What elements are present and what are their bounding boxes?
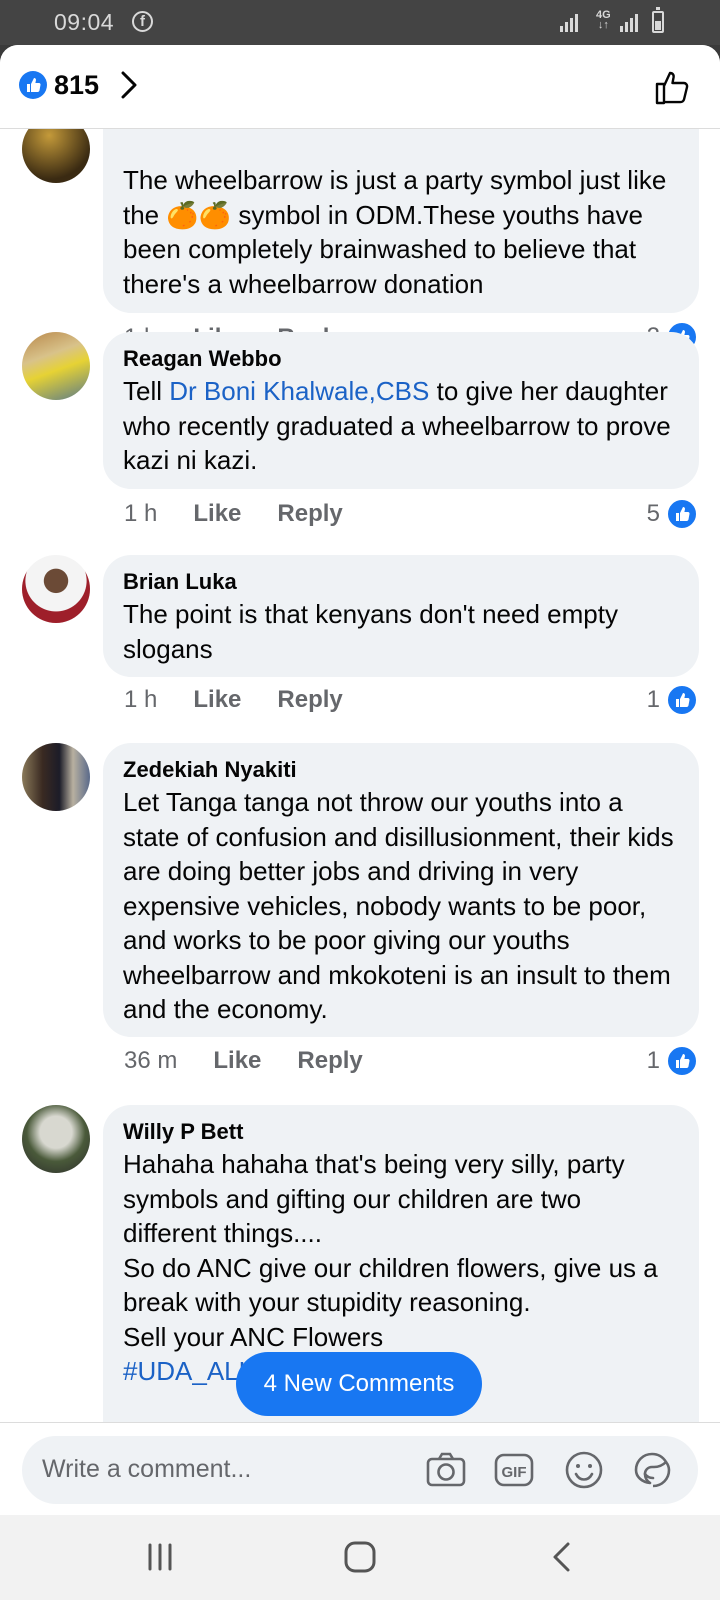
comment-author[interactable]: Reagan Webbo (123, 344, 679, 374)
comment-time: 1 h (124, 500, 158, 527)
comment-bubble[interactable]: Zedekiah Nyakiti Let Tanga tanga not thr… (103, 743, 699, 1037)
recent-apps-icon[interactable] (146, 1537, 174, 1582)
comment-text: The point is that kenyans don't need emp… (123, 599, 618, 664)
reaction-summary[interactable]: 1 (647, 1044, 698, 1078)
status-bar: 09:04 f 4G ↓↑ (0, 0, 720, 45)
home-icon[interactable] (340, 1537, 380, 1582)
like-badge-icon (666, 684, 698, 716)
reactions-header: 815 (0, 45, 720, 129)
comment-text: Let Tanga tanga not throw our youths int… (123, 787, 674, 1024)
facebook-icon: f (132, 11, 153, 32)
comments-sheet: 815 The wheelbarrow is just a party symb… (0, 45, 720, 1515)
comment-input[interactable]: Write a comment... GIF (22, 1436, 698, 1504)
like-button[interactable]: Like (193, 500, 241, 534)
avatar[interactable] (22, 1105, 90, 1173)
comment-bubble[interactable]: Reagan Webbo Tell Dr Boni Khalwale,CBS t… (103, 332, 699, 489)
reaction-summary[interactable]: 1 (647, 683, 698, 717)
comment-author[interactable]: Willy P Bett (123, 1117, 679, 1147)
signal-icon (620, 12, 638, 32)
thumbs-up-icon[interactable] (653, 67, 693, 107)
network-type: 4G ↓↑ (596, 9, 611, 31)
reply-button[interactable]: Reply (277, 686, 342, 720)
like-button[interactable]: Like (213, 1047, 261, 1081)
avatar[interactable] (22, 743, 90, 811)
comment-time: 36 m (124, 1047, 178, 1074)
status-time: 09:04 (54, 9, 115, 35)
reaction-count: 5 (646, 500, 660, 527)
reaction-count[interactable]: 815 (54, 70, 99, 101)
like-badge-icon (666, 498, 698, 530)
like-button[interactable]: Like (193, 686, 241, 720)
comment-actions: 36 m Like Reply (124, 1047, 399, 1081)
svg-text:GIF: GIF (502, 1464, 527, 1481)
comment-actions: 1 h Like Reply (124, 500, 379, 534)
comment-time: 1 h (124, 686, 158, 713)
battery-icon (652, 7, 664, 33)
comment-composer: Write a comment... GIF (0, 1422, 720, 1515)
new-comments-button[interactable]: 4 New Comments (236, 1352, 482, 1416)
avatar[interactable] (22, 129, 90, 183)
comment-bubble[interactable]: The wheelbarrow is just a party symbol j… (103, 129, 699, 313)
signal-icon (560, 12, 578, 32)
gif-icon[interactable]: GIF (492, 1448, 536, 1492)
comment-bubble[interactable]: Brian Luka The point is that kenyans don… (103, 555, 699, 677)
like-badge-icon (666, 1045, 698, 1077)
comment-text: Hahaha hahaha that's being very silly, p… (123, 1149, 658, 1352)
reaction-count: 1 (646, 1047, 660, 1074)
reply-button[interactable]: Reply (297, 1047, 362, 1081)
like-badge-icon (19, 71, 47, 99)
avatar[interactable] (22, 332, 90, 400)
back-icon[interactable] (548, 1537, 576, 1582)
comment-author[interactable]: Brian Luka (123, 567, 679, 597)
comment-text: The wheelbarrow is just a party symbol j… (123, 165, 667, 299)
comment-actions: 1 h Like Reply (124, 686, 379, 720)
reaction-count: 1 (646, 686, 660, 713)
chevron-right-icon[interactable] (118, 69, 142, 101)
comment-placeholder: Write a comment... (42, 1455, 252, 1483)
avatar[interactable] (22, 555, 90, 623)
comment-thread[interactable]: The wheelbarrow is just a party symbol j… (0, 129, 720, 1465)
system-nav-bar (0, 1515, 720, 1600)
camera-icon[interactable] (424, 1448, 468, 1492)
emoji-icon[interactable] (562, 1448, 606, 1492)
reaction-summary[interactable]: 5 (647, 497, 698, 531)
sticker-icon[interactable] (630, 1448, 674, 1492)
mention-link[interactable]: Dr Boni Khalwale,CBS (169, 376, 429, 406)
comment-text: Tell Dr Boni Khalwale,CBS to give her da… (123, 376, 671, 475)
reply-button[interactable]: Reply (277, 500, 342, 534)
comment-author[interactable]: Zedekiah Nyakiti (123, 755, 679, 785)
